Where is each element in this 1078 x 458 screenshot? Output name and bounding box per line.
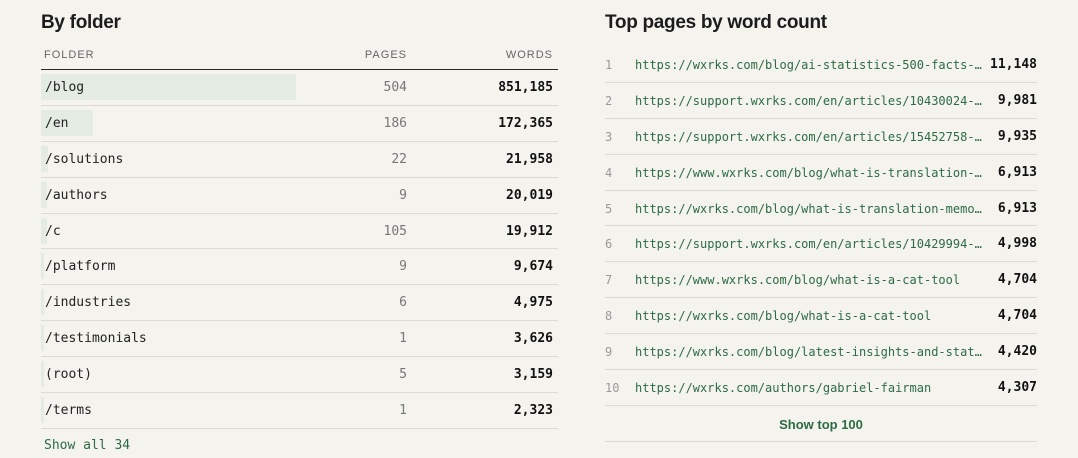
words-column-header: WORDS [505,49,553,61]
folder-table-body: /blog 504 851,185/en 186 172,365/solutions 22… [41,70,558,429]
folder-words: 4,975 [513,295,553,311]
folder-name: /blog [45,80,85,95]
folder-table-header: FOLDER PAGES WORDS [41,47,558,70]
folder-words: 9,674 [513,259,553,275]
page-word-count: 4,998 [997,236,1037,252]
page-word-count: 11,148 [990,57,1037,72]
top-pages-panel: Top pages by word count 1 https://wxrks.c… [605,0,1037,458]
top-pages-title: Top pages by word count [605,12,827,33]
folder-share-bar [41,325,44,352]
top-page-row: 8 https://wxrks.com/blog/what-is-a-cat-to… [605,298,1037,335]
page-url-link[interactable]: https://support.wxrks.com/en/articles/10… [635,94,983,108]
folder-pages: 9 [399,187,407,203]
folder-pages: 1 [399,331,407,347]
folder-name: (root) [45,367,92,383]
top-pages-list: 1 https://wxrks.com/blog/ai-statistics-50… [605,47,1037,406]
folder-row[interactable]: /solutions 22 21,958 [41,142,558,178]
folder-pages: 105 [383,223,407,239]
folder-words: 3,159 [513,367,553,383]
pages-column-header: PAGES [364,49,407,61]
top-page-row: 3 https://support.wxrks.com/en/articles/1… [605,119,1037,155]
by-folder-panel: By folder FOLDER PAGES WORDS /blog 504 851… [41,0,558,458]
page-word-count: 6,913 [997,164,1037,180]
folder-row[interactable]: /terms 1 2,323 [41,393,558,429]
folder-words: 3,626 [513,331,553,347]
folder-name: /terms [45,403,92,419]
folder-name: /c [45,223,61,239]
folder-pages: 9 [399,259,407,275]
page-rank: 4 [605,165,613,180]
page-word-count: 4,704 [997,272,1037,288]
page-url-link[interactable]: https://wxrks.com/blog/what-is-a-cat-too… [635,309,983,323]
page-url-link[interactable]: https://wxrks.com/authors/gabriel-fairma… [635,381,983,395]
page-url-link[interactable]: https://support.wxrks.com/en/articles/15… [635,130,983,144]
page-url-link[interactable]: https://wxrks.com/blog/what-is-translati… [635,202,983,216]
top-page-row: 6 https://support.wxrks.com/en/articles/1… [605,226,1037,263]
page-word-count: 4,704 [997,308,1037,324]
folder-share-bar [41,289,44,316]
folder-pages: 5 [399,367,407,383]
folder-row[interactable]: /authors 9 20,019 [41,178,558,214]
folder-words: 19,912 [506,223,553,239]
folder-row[interactable]: /industries 6 4,975 [41,285,558,322]
top-page-row: 2 https://support.wxrks.com/en/articles/1… [605,83,1037,119]
folder-row[interactable]: /en 186 172,365 [41,106,558,142]
page-url-link[interactable]: https://wxrks.com/blog/latest-insights-a… [635,345,983,359]
folder-pages: 22 [391,151,407,167]
show-all-folders-link[interactable]: Show all 34 [44,438,130,453]
page-rank: 8 [605,309,613,324]
folder-row[interactable]: /testimonials 1 3,626 [41,321,558,358]
page-word-count: 6,913 [997,200,1037,216]
page-url-link[interactable]: https://www.wxrks.com/blog/what-is-a-cat… [635,273,983,287]
folder-name: /platform [45,259,116,275]
page-word-count: 4,420 [997,344,1037,360]
folder-pages: 6 [399,295,407,311]
folder-share-bar [41,253,44,280]
page-rank: 9 [605,345,613,360]
by-folder-title: By folder [41,12,121,33]
top-page-row: 5 https://wxrks.com/blog/what-is-translat… [605,191,1037,227]
page-word-count: 9,935 [997,128,1037,144]
top-page-row: 10 https://wxrks.com/authors/gabriel-fair… [605,370,1037,406]
folder-words: 851,185 [498,80,553,95]
top-page-row: 4 https://www.wxrks.com/blog/what-is-tran… [605,155,1037,191]
folder-name: /authors [45,187,108,203]
folder-words: 172,365 [498,115,553,131]
page-word-count: 9,981 [997,92,1037,108]
page-rank: 6 [605,237,613,252]
page-rank: 2 [605,93,613,108]
folder-words: 2,323 [513,403,553,419]
page-rank: 7 [605,273,613,288]
folder-name: /en [45,115,69,131]
top-page-row: 7 https://www.wxrks.com/blog/what-is-a-ca… [605,262,1037,299]
folder-row[interactable]: /c 105 19,912 [41,214,558,250]
folder-pages: 186 [383,115,407,131]
folder-share-bar [41,361,44,388]
folder-pages: 504 [383,80,407,95]
page-url-link[interactable]: https://wxrks.com/blog/ai-statistics-500… [635,58,983,72]
folder-row[interactable]: /platform 9 9,674 [41,249,558,286]
page-rank: 5 [605,201,613,216]
folder-row[interactable]: (root) 5 3,159 [41,357,558,394]
top-page-row: 9 https://wxrks.com/blog/latest-insights-… [605,334,1037,371]
folder-name: /solutions [45,151,124,167]
page-url-link[interactable]: https://support.wxrks.com/en/articles/10… [635,237,983,251]
folder-pages: 1 [399,403,407,419]
folder-name: /industries [45,295,132,311]
page-url-link[interactable]: https://www.wxrks.com/blog/what-is-trans… [635,166,983,180]
folder-column-header: FOLDER [44,49,95,61]
page-rank: 3 [605,129,613,144]
page-rank: 10 [605,381,620,396]
page-word-count: 4,307 [997,380,1037,396]
folder-words: 21,958 [506,151,553,167]
page-rank: 1 [605,58,613,72]
show-top-100-button[interactable]: Show top 100 [605,406,1037,442]
folder-words: 20,019 [506,187,553,203]
folder-row[interactable]: /blog 504 851,185 [41,70,558,106]
folder-name: /testimonials [45,331,147,347]
top-page-row: 1 https://wxrks.com/blog/ai-statistics-50… [605,47,1037,83]
folder-share-bar [41,397,44,424]
